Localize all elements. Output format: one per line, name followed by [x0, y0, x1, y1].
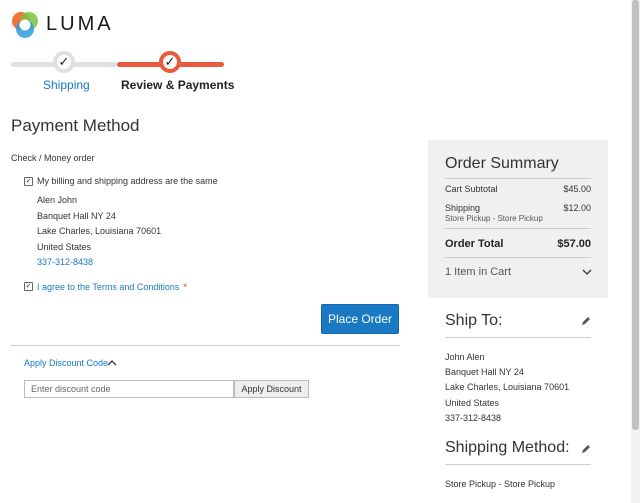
scrollbar-thumb[interactable]: [632, 0, 639, 430]
edit-pencil-icon[interactable]: [581, 316, 591, 326]
terms-checkbox[interactable]: ✓: [24, 282, 33, 291]
subtotal-value: $45.00: [563, 184, 591, 194]
terms-row: I agree to the Terms and Conditions *: [37, 282, 187, 292]
ship-to-title: Ship To:: [445, 312, 503, 329]
chevron-down-icon[interactable]: [582, 268, 592, 276]
billing-street: Banquet Hall NY 24: [37, 211, 116, 221]
same-address-checkbox[interactable]: ✓: [24, 177, 33, 186]
place-order-button[interactable]: Place Order: [321, 304, 399, 334]
step-shipping-link[interactable]: Shipping: [43, 78, 90, 92]
ship-to-city: Lake Charles, Louisiana 70601: [445, 382, 570, 392]
ship-to-divider: [445, 337, 591, 338]
shipping-value: $12.00: [563, 203, 591, 213]
billing-name: Alen John: [37, 195, 78, 205]
step-shipping-check-icon[interactable]: ✓: [53, 51, 75, 73]
luma-logo-icon[interactable]: [11, 11, 39, 39]
shipping-label: Shipping: [445, 203, 481, 213]
summary-divider: [445, 178, 591, 179]
payment-method-title: Payment Method: [11, 116, 140, 135]
brand-name[interactable]: LUMA: [46, 13, 114, 36]
discount-code-input[interactable]: Enter discount code: [24, 380, 234, 398]
apply-discount-button[interactable]: Apply Discount: [234, 380, 309, 398]
billing-country: United States: [37, 242, 92, 252]
shipping-method-title: Shipping Method:: [445, 439, 570, 456]
edit-pencil-icon[interactable]: [581, 444, 591, 454]
shipping-method-sub: Store Pickup - Store Pickup: [445, 214, 543, 223]
terms-link[interactable]: I agree to the Terms and Conditions: [37, 282, 179, 292]
ship-to-country: United States: [445, 398, 500, 408]
summary-divider: [445, 257, 591, 258]
divider: [11, 345, 400, 346]
order-total-label: Order Total: [445, 238, 504, 250]
step-review-label: Review & Payments: [121, 78, 235, 92]
step-review-check-icon: ✓: [159, 51, 181, 73]
order-summary-title: Order Summary: [445, 155, 559, 172]
required-marker: *: [183, 282, 187, 292]
billing-city: Lake Charles, Louisiana 70601: [37, 226, 162, 236]
order-total-value: $57.00: [557, 238, 591, 250]
items-in-cart-toggle[interactable]: 1 Item in Cart: [445, 266, 511, 278]
ship-to-street: Banquet Hall NY 24: [445, 367, 524, 377]
apply-discount-toggle[interactable]: Apply Discount Code: [24, 358, 108, 368]
ship-to-phone-link[interactable]: 337-312-8438: [445, 413, 501, 423]
billing-phone-link[interactable]: 337-312-8438: [37, 257, 93, 267]
ship-to-name: John Alen: [445, 352, 485, 362]
shipping-method-divider: [445, 464, 591, 465]
same-address-label[interactable]: My billing and shipping address are the …: [37, 176, 218, 186]
chevron-up-icon[interactable]: [106, 358, 118, 368]
subtotal-label: Cart Subtotal: [445, 184, 498, 194]
summary-divider: [445, 228, 591, 229]
payment-method-name[interactable]: Check / Money order: [11, 153, 95, 163]
shipping-method-value: Store Pickup - Store Pickup: [445, 479, 556, 489]
